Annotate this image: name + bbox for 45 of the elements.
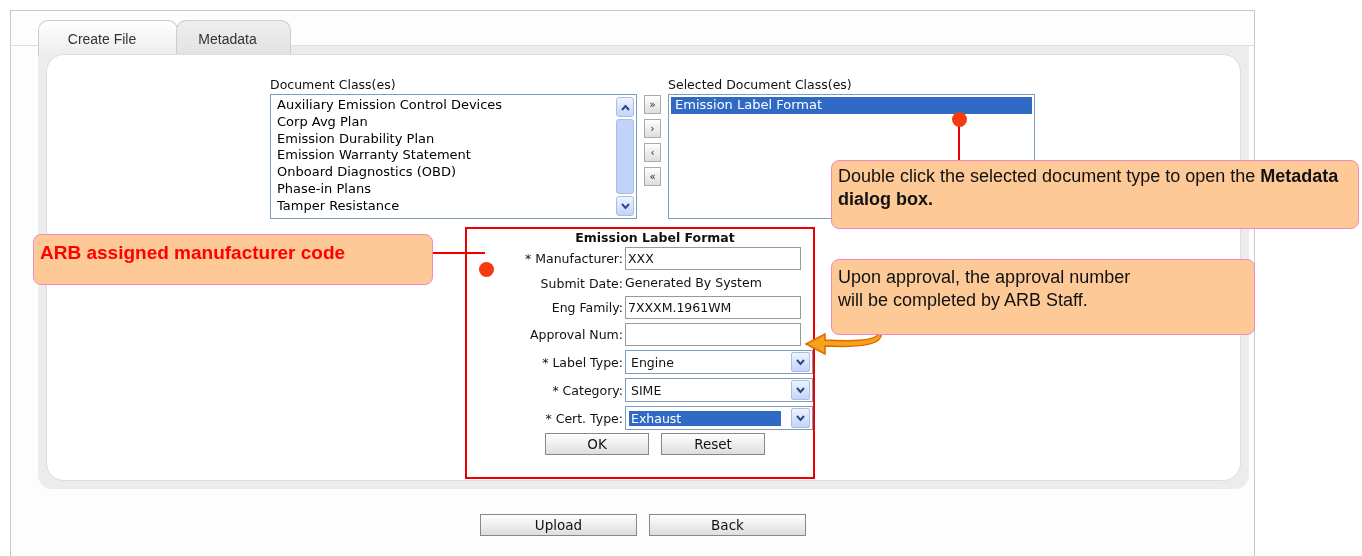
page-button[interactable]: Upload <box>480 514 637 536</box>
list-item[interactable]: Emission Label Format <box>671 97 1032 114</box>
list-item[interactable]: Auxiliary Emission Control Devices <box>273 97 614 114</box>
text-field[interactable]: XXX <box>625 247 801 270</box>
field-label: * Cert. Type: <box>544 410 624 426</box>
field-label: * Manufacturer: <box>524 251 624 266</box>
chevron-down-icon <box>796 386 805 394</box>
dialog-button[interactable]: OK <box>545 433 649 455</box>
move-button[interactable]: « <box>644 167 661 186</box>
text-field[interactable]: 7XXXM.1961WM <box>625 296 801 319</box>
field-label: Eng Family: <box>550 300 624 315</box>
move-button[interactable]: › <box>644 119 661 138</box>
list-item[interactable]: Emission Durability Plan <box>273 130 614 148</box>
field-label: * Category: <box>551 382 624 398</box>
list-label: Document Class(es) <box>270 77 397 92</box>
move-button[interactable]: » <box>644 95 661 114</box>
document-class-list[interactable]: Auxiliary Emission Control Devices Corp Avg Plan Emission Durability Plan Emission Warranty Statement Onboard Diagnostics (OBD) Phase-in Plans Tamper Resistance <box>270 94 637 219</box>
scrollbar-thumb[interactable] <box>616 119 634 194</box>
callout-tooltip: Upon approval, the approval number will be completed by ARB Staff. <box>831 259 1255 335</box>
scroll-down-icon <box>620 202 630 210</box>
list-item[interactable]: Emission Warranty Statement <box>273 147 614 165</box>
text-field[interactable] <box>625 323 801 346</box>
callout-tooltip: Double click the selected document type to open the Metadata dialog box. <box>831 160 1359 229</box>
chevron-down-icon <box>796 358 805 366</box>
list-item[interactable]: Onboard Diagnostics (OBD) <box>273 164 614 181</box>
callout-label: ARB assigned manufacturer code <box>33 234 433 285</box>
move-button[interactable]: ‹ <box>644 143 661 162</box>
list-item[interactable]: Corp Avg Plan <box>273 113 614 131</box>
tab[interactable]: Metadata <box>176 20 291 56</box>
list-label: Selected Document Class(es) <box>668 77 853 92</box>
tab[interactable]: Create File <box>38 20 178 56</box>
dialog-title: Emission Label Format <box>574 230 736 245</box>
field-label: Submit Date: <box>539 275 624 291</box>
dropdown[interactable]: Exhaust <box>625 406 813 430</box>
dropdown[interactable]: SIME <box>625 378 813 402</box>
dropdown[interactable]: Engine <box>625 350 813 374</box>
page-button[interactable]: Back <box>649 514 806 536</box>
list-item[interactable]: Tamper Resistance <box>273 197 614 215</box>
dialog-button[interactable]: Reset <box>661 433 765 455</box>
field-label: * Label Type: <box>541 354 624 370</box>
field-value: Generated By System <box>625 275 762 290</box>
list-item[interactable]: Phase-in Plans <box>273 181 614 198</box>
chevron-down-icon <box>796 414 805 422</box>
field-label: Approval Num: <box>528 327 624 342</box>
scroll-up-icon <box>620 103 630 111</box>
